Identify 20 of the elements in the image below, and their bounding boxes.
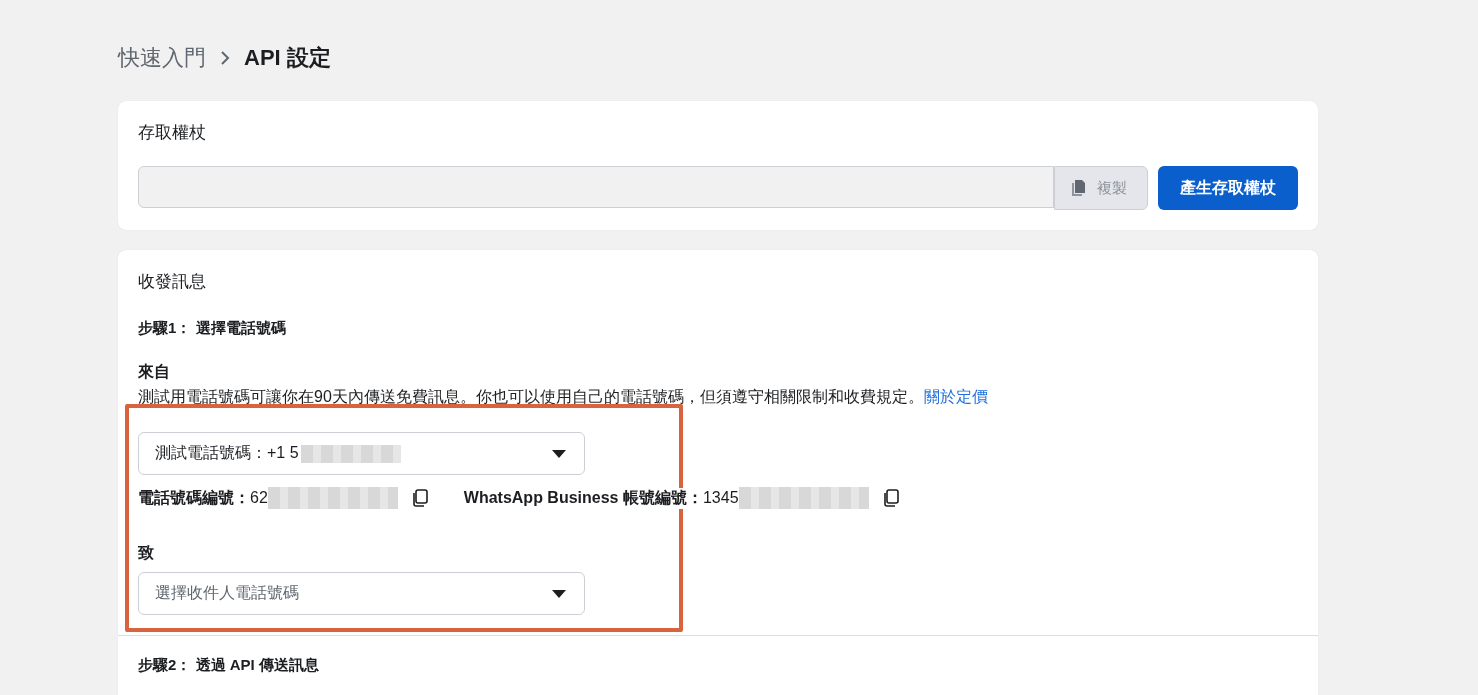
- token-field[interactable]: [138, 166, 1054, 208]
- pricing-link[interactable]: 關於定價: [923, 388, 988, 405]
- section-title: 存取權杖: [138, 122, 207, 144]
- caret-icon: [552, 450, 566, 458]
- generate-token-button[interactable]: 產生存取權杖: [1158, 166, 1298, 210]
- phone-id-text: 電話號碼編號：62: [138, 487, 268, 508]
- field-label: 致: [138, 543, 155, 563]
- step-title: 步驟2： 透過 API 傳送訊息: [138, 656, 320, 675]
- breadcrumb-current: API 設定: [244, 43, 331, 72]
- chevron-right-icon: [220, 49, 230, 66]
- caret-icon: [552, 590, 566, 598]
- breadcrumb-link[interactable]: 快速入門: [118, 42, 206, 73]
- section-title: 收發訊息: [138, 271, 207, 293]
- account-id-text: WhatsApp Business 帳號編號：1345: [463, 487, 739, 509]
- step-title: 步驟1： 選擇電話號碼: [138, 319, 287, 338]
- copy-icon: [1069, 179, 1087, 197]
- description-text: 測試用電話號碼可讓你在90天內傳送免費訊息。你也可以使用自己的電話號碼，但須遵守相關限制和收費規定。關於定價: [138, 387, 989, 407]
- to-phone-dropdown[interactable]: 選擇收件人電話號碼: [138, 572, 585, 615]
- from-phone-dropdown[interactable]: 測試電話號碼：+1 5: [138, 432, 585, 475]
- field-label: 來自: [138, 362, 171, 382]
